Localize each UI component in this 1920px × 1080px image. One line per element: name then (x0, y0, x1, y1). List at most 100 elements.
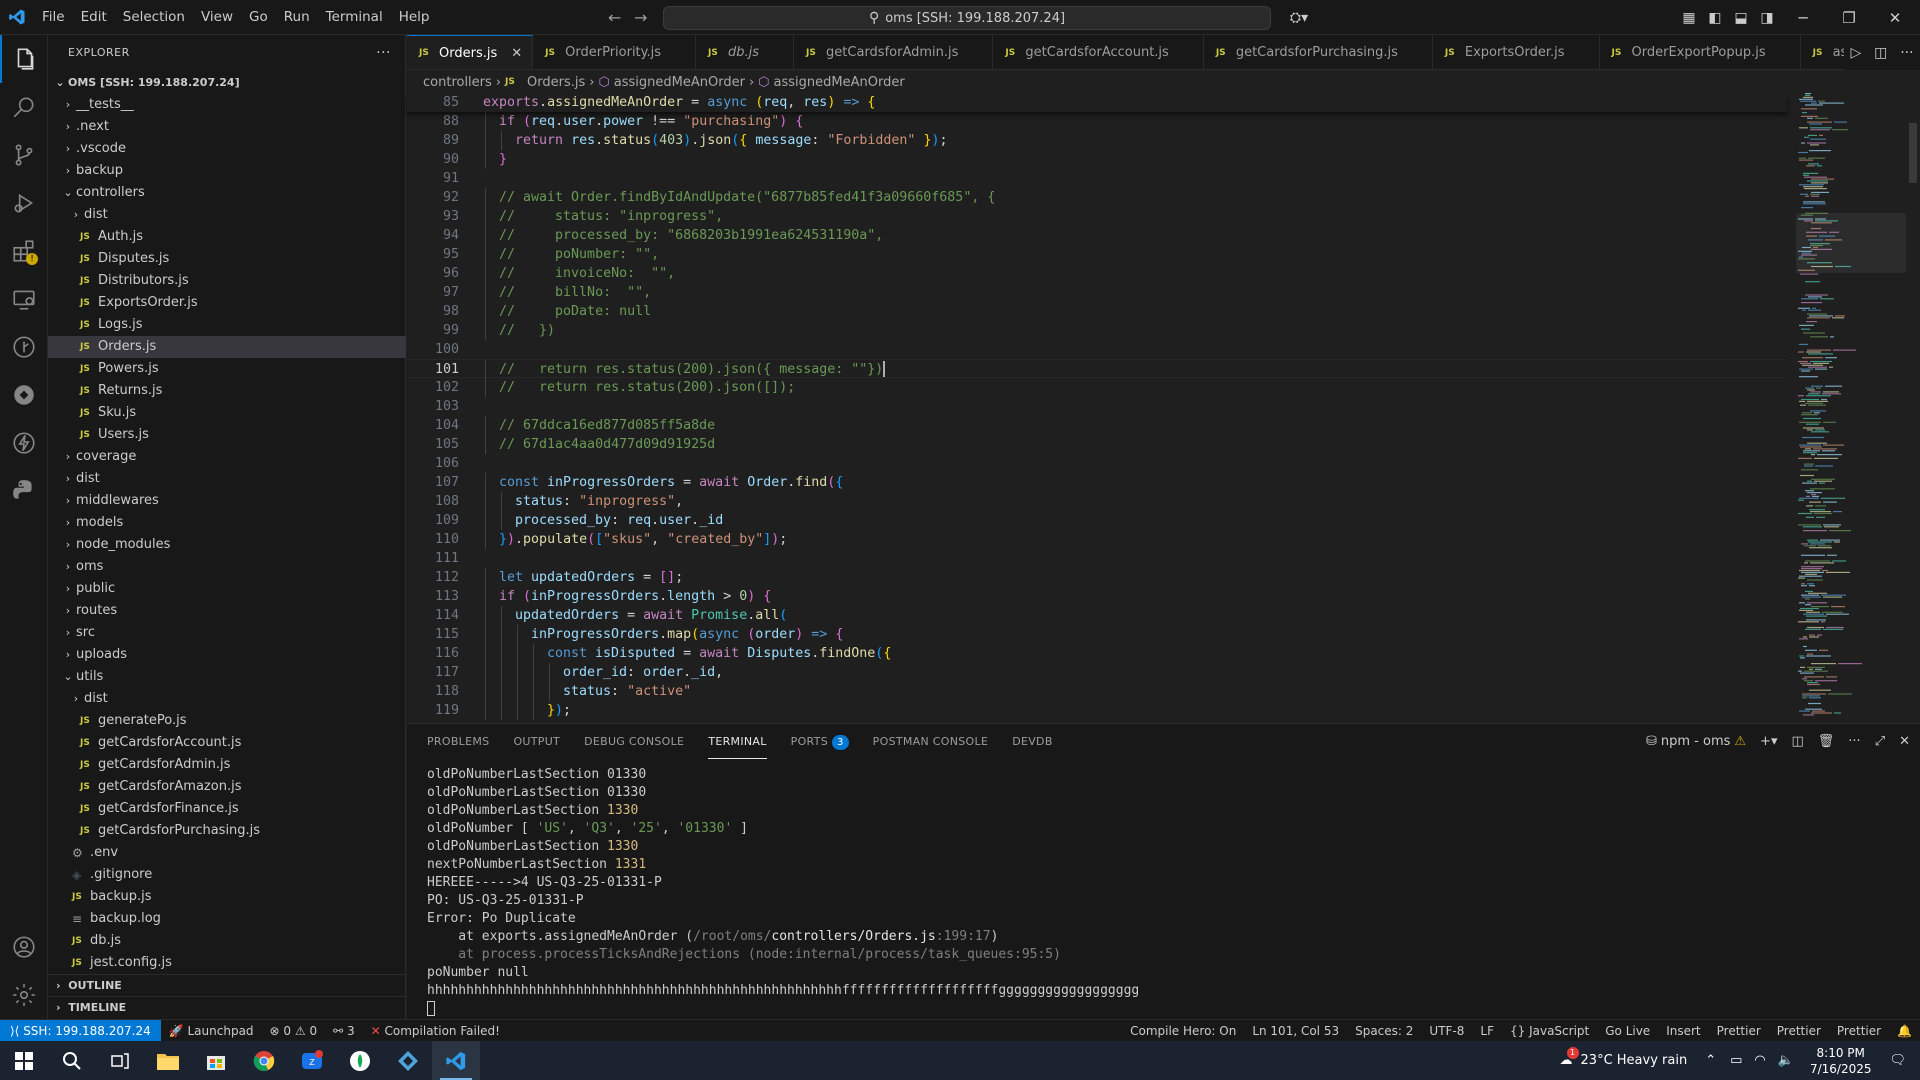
status-item-insert[interactable]: Insert (1658, 1024, 1708, 1038)
tab-getcardsforaccount-js[interactable]: JS getCardsforAccount.js (993, 35, 1204, 69)
trash-icon[interactable]: 🗑 (1818, 734, 1835, 749)
code-line[interactable]: 114 updatedOrders = await Promise.all( (407, 606, 1787, 625)
status-item-compile-hero-on[interactable]: Compile Hero: On (1122, 1024, 1244, 1038)
code-line[interactable]: 89 return res.status(403).json({ message:… (407, 131, 1787, 150)
menu-run[interactable]: Run (276, 0, 318, 35)
timeline-git-icon[interactable] (0, 323, 48, 371)
tree-file[interactable]: JS getCardsforAmazon.js (48, 776, 406, 798)
explorer-icon[interactable] (0, 35, 48, 83)
code-line[interactable]: 92 // await Order.findByIdAndUpdate("6877… (407, 188, 1787, 207)
weather-label[interactable]: 23°C Heavy rain (1581, 1053, 1688, 1068)
code-line[interactable]: 115 inProgressOrders.map(async (order) =>… (407, 625, 1787, 644)
search-icon[interactable] (0, 83, 48, 131)
status-item-prettier[interactable]: Prettier (1829, 1024, 1889, 1038)
menu-terminal[interactable]: Terminal (318, 0, 391, 35)
new-terminal-icon[interactable]: +▾ (1760, 734, 1777, 749)
menu-file[interactable]: File (34, 0, 73, 35)
tree-file[interactable]: JS Auth.js (48, 226, 406, 248)
task-view-icon[interactable] (96, 1041, 144, 1080)
breadcrumb-folder[interactable]: controllers (423, 75, 492, 90)
toggle-sidebar-icon[interactable]: ◧ (1702, 0, 1728, 35)
code-line[interactable]: 106 (407, 454, 1787, 473)
tree-folder[interactable]: › dist (48, 468, 406, 490)
problems-item[interactable]: ⊗ 0 ⚠ 0 (262, 1024, 326, 1038)
tree-folder[interactable]: › node_modules (48, 534, 406, 556)
tree-folder[interactable]: › public (48, 578, 406, 600)
remote-indicator[interactable]: ⟩⟨ SSH: 199.188.207.24 (0, 1019, 161, 1042)
tree-file[interactable]: JS backup.js (48, 886, 406, 908)
code-line[interactable]: 95 // poNumber: "", (407, 245, 1787, 264)
extensions-icon[interactable]: ! (0, 227, 48, 275)
code-line[interactable]: 111 (407, 549, 1787, 568)
timeline-section[interactable]: › TIMELINE (48, 996, 406, 1018)
panel-tab-postman-console[interactable]: POSTMAN CONSOLE (873, 724, 989, 759)
clock[interactable]: 8:10 PM 7/16/2025 (1798, 1045, 1884, 1077)
panel-tab-devdb[interactable]: DEVDB (1012, 724, 1052, 759)
tab-getcardsforadmin-js[interactable]: JS getCardsforAdmin.js (794, 35, 994, 69)
code-line[interactable]: 94 // processed_by: "6868203b1991ea624531… (407, 226, 1787, 245)
menu-go[interactable]: Go (241, 0, 276, 35)
close-icon[interactable]: ✕ (511, 46, 522, 61)
panel-tab-terminal[interactable]: TERMINAL (708, 724, 767, 759)
close-window-icon[interactable]: ✕ (1872, 0, 1918, 35)
code-line[interactable]: 109 processed_by: req.user._id (407, 511, 1787, 530)
code-line[interactable]: 102 // return res.status(200).json([]); (407, 378, 1787, 397)
run-icon[interactable]: ▷ (1850, 45, 1861, 61)
code-line[interactable]: 100 (407, 340, 1787, 359)
code-line[interactable]: 118 status: "active" (407, 682, 1787, 701)
settings-gear-icon[interactable] (0, 971, 48, 1019)
copilot-icon[interactable]: ⛭▾ (1282, 0, 1316, 35)
code-line[interactable]: 108 status: "inprogress", (407, 492, 1787, 511)
breadcrumb-file[interactable]: Orders.js (527, 75, 585, 90)
code-line[interactable]: 107 const inProgressOrders = await Order.… (407, 473, 1787, 492)
minimize-icon[interactable]: ─ (1780, 0, 1826, 35)
panel-tab-debug-console[interactable]: DEBUG CONSOLE (584, 724, 684, 759)
tree-folder[interactable]: › coverage (48, 446, 406, 468)
tree-file[interactable]: JS Sku.js (48, 402, 406, 424)
tree-folder[interactable]: › models (48, 512, 406, 534)
terminal-output[interactable]: oldPoNumberLastSection 01330 oldPoNumberL… (427, 766, 1887, 1018)
volume-icon[interactable]: 🔈 (1778, 1053, 1794, 1068)
thunder-client-icon[interactable] (0, 419, 48, 467)
launchpad-item[interactable]: 🚀 Launchpad (161, 1024, 262, 1038)
tab-orderpriority-js[interactable]: JS OrderPriority.js (533, 35, 697, 69)
terminal-name[interactable]: npm - oms (1661, 734, 1731, 749)
code-line[interactable]: 103 (407, 397, 1787, 416)
code-line[interactable]: 101 // return res.status(200).json({ mess… (407, 359, 1787, 379)
compile-status[interactable]: ✕ Compilation Failed! (363, 1024, 508, 1038)
tree-file[interactable]: JS generatePo.js (48, 710, 406, 732)
code-line[interactable]: 113 if (inProgressOrders.length > 0) { (407, 587, 1787, 606)
tree-file[interactable]: JS Logs.js (48, 314, 406, 336)
forward-arrow-icon[interactable]: → (634, 8, 647, 27)
split-terminal-icon[interactable]: ◫ (1791, 734, 1803, 749)
windows-start-icon[interactable] (0, 1041, 48, 1080)
status-item-prettier[interactable]: Prettier (1769, 1024, 1829, 1038)
tree-folder[interactable]: › oms (48, 556, 406, 578)
tree-folder[interactable]: › .vscode (48, 138, 406, 160)
status-item-go-live[interactable]: Go Live (1597, 1024, 1658, 1038)
tree-folder[interactable]: › __tests__ (48, 94, 406, 116)
code-line[interactable]: 105 // 67d1ac4aa0d477d09d91925d (407, 435, 1787, 454)
toggle-panel-icon[interactable]: ⬓ (1728, 0, 1754, 35)
code-line[interactable]: 97 // billNo: "", (407, 283, 1787, 302)
more-actions-icon[interactable]: ··· (376, 45, 391, 61)
code-line[interactable]: 88 if (req.user.power !== "purchasing") { (407, 112, 1787, 131)
status-item-lf[interactable]: LF (1472, 1024, 1502, 1038)
chrome-icon[interactable] (240, 1041, 288, 1080)
split-editor-icon[interactable]: ◫ (1874, 45, 1887, 61)
code-line[interactable]: 110}).populate(["skus", "created_by"]); (407, 530, 1787, 549)
tree-file[interactable]: JS ExportsOrder.js (48, 292, 406, 314)
python-icon[interactable] (0, 467, 48, 515)
tree-folder[interactable]: ⌄ utils (48, 666, 406, 688)
status-item-utf-8[interactable]: UTF-8 (1421, 1024, 1472, 1038)
gitlens-icon[interactable] (0, 371, 48, 419)
tab-exportsorder-js[interactable]: JS ExportsOrder.js (1433, 35, 1600, 69)
code-line[interactable]: 90} (407, 150, 1787, 169)
tree-file[interactable]: JS Returns.js (48, 380, 406, 402)
tree-file[interactable]: JS Orders.js (48, 336, 406, 358)
code-line[interactable]: 98 // poDate: null (407, 302, 1787, 321)
tab-getcardsforpurchasing-js[interactable]: JS getCardsforPurchasing.js (1204, 35, 1433, 69)
code-line[interactable]: 104 // 67ddca16ed877d085ff5a8de (407, 416, 1787, 435)
remote-explorer-icon[interactable] (0, 275, 48, 323)
tree-file[interactable]: JS db.js (48, 930, 406, 952)
